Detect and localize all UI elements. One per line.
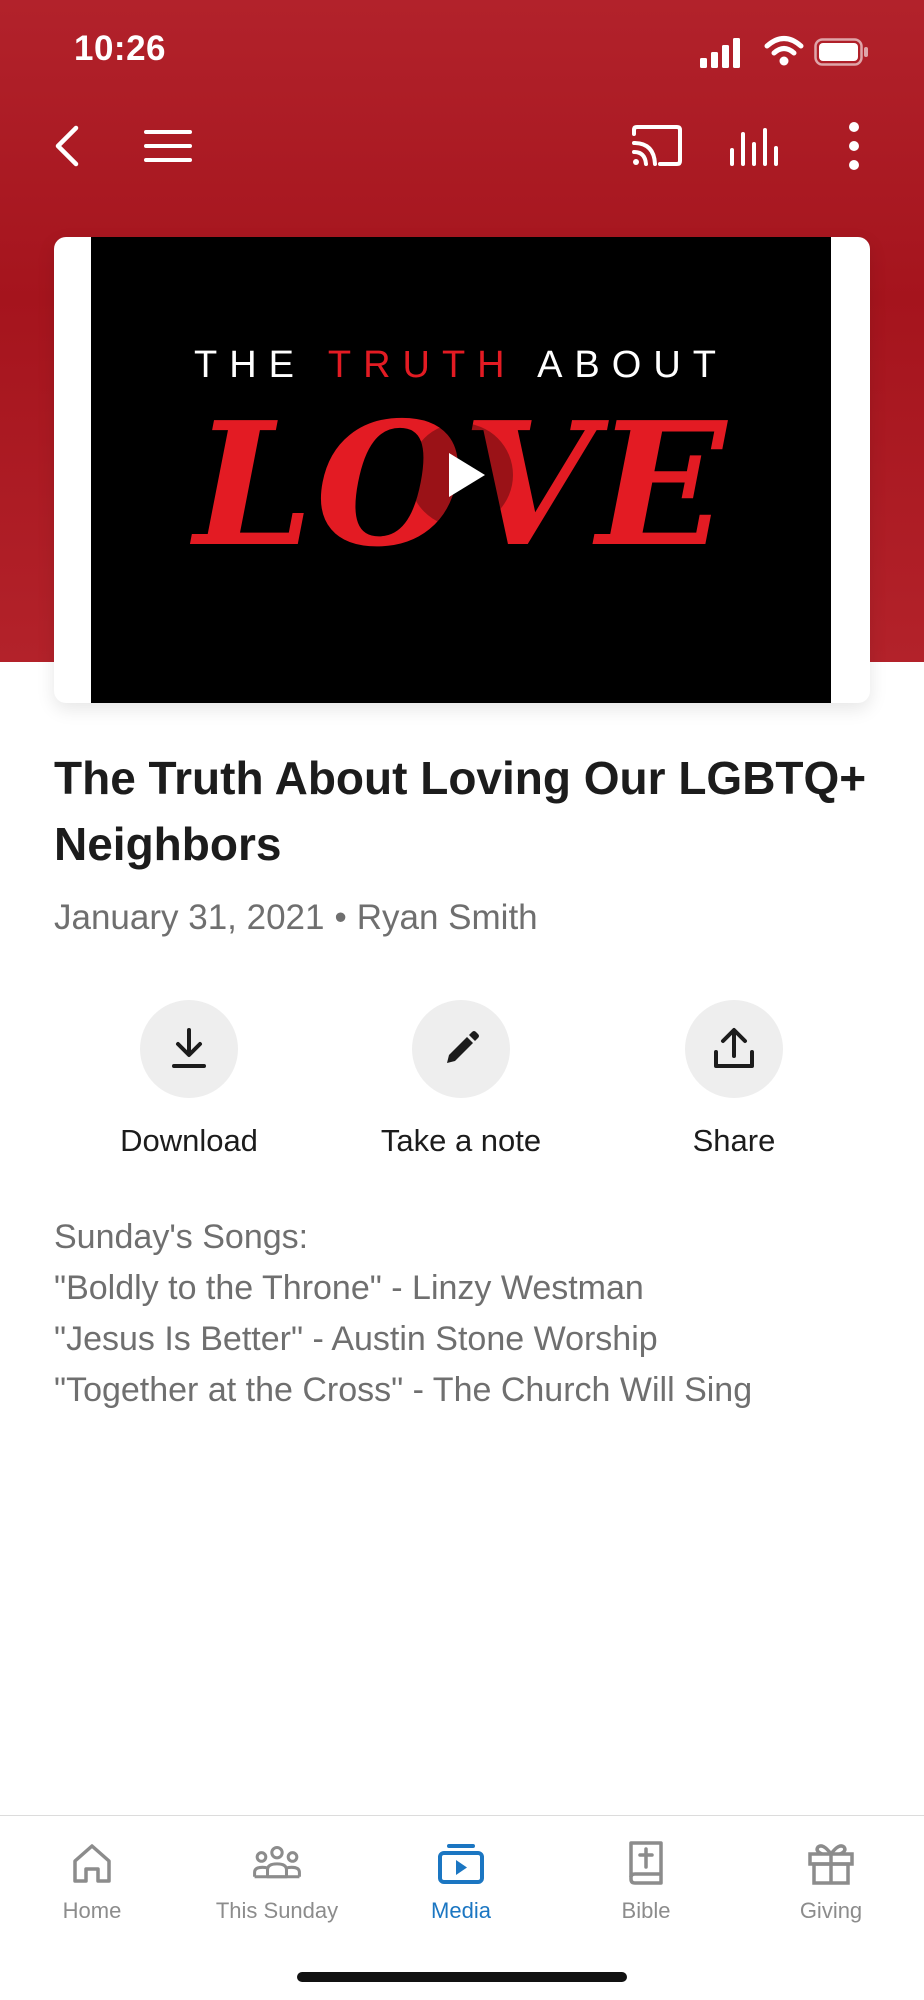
battery-icon <box>814 38 868 66</box>
home-indicator[interactable] <box>297 1972 627 1982</box>
status-icons <box>700 36 890 68</box>
tab-giving-label: Giving <box>799 1898 863 1923</box>
media-icon <box>436 1838 486 1888</box>
cellular-signal-icon <box>700 38 740 68</box>
share-label: Share <box>692 1123 776 1158</box>
share-icon[interactable] <box>685 1000 783 1098</box>
cast-icon[interactable] <box>625 114 689 178</box>
tab-media-label: Media <box>431 1898 491 1923</box>
gift-glyph <box>808 1844 854 1885</box>
take-note-button[interactable]: Take a note <box>341 1000 581 1170</box>
video-kicker-before: THE <box>193 344 328 386</box>
description-line: Sunday's Songs: <box>54 1218 309 1256</box>
video-kicker-after: ABOUT <box>516 344 728 386</box>
take-note-label: Take a note <box>380 1123 542 1158</box>
audio-bars-glyph <box>730 128 778 166</box>
share-glyph <box>714 1028 754 1068</box>
description-line: "Jesus Is Better" - Austin Stone Worship <box>54 1320 658 1358</box>
bible-icon <box>621 1838 671 1888</box>
more-vertical-icon[interactable] <box>822 114 886 178</box>
home-icon <box>67 1838 117 1888</box>
download-label: Download <box>120 1123 258 1158</box>
meta-separator: • <box>334 898 347 937</box>
status-bar: 10:26 <box>0 0 924 100</box>
tab-this-sunday-label: This Sunday <box>215 1898 339 1923</box>
gift-icon <box>806 1838 856 1888</box>
sermon-date: January 31, 2021 <box>54 898 325 937</box>
sermon-speaker: Ryan Smith <box>356 898 538 937</box>
back-arrow-glyph <box>55 125 79 167</box>
bible-glyph <box>629 1841 663 1885</box>
tab-bible-label: Bible <box>621 1898 671 1923</box>
wifi-icon <box>764 36 804 66</box>
sermon-title: The Truth About Loving Our LGBTQ+ Neighb… <box>54 752 867 870</box>
media-glyph <box>438 1844 484 1884</box>
home-glyph <box>73 1844 111 1883</box>
sermon-description: Sunday's Songs: "Boldly to the Throne" -… <box>54 1212 894 1416</box>
video-player-card[interactable]: THE TRUTH ABOUT LOVE <box>54 237 870 703</box>
video-thumbnail[interactable]: THE TRUTH ABOUT LOVE <box>91 237 831 703</box>
people-glyph <box>253 1845 301 1879</box>
play-icon[interactable] <box>409 423 513 527</box>
play-glyph <box>409 423 513 527</box>
sermon-detail-screen: 10:26 THE TRUTH ABOUT The Truth About Lo… <box>0 0 924 2000</box>
hamburger-glyph <box>144 130 192 162</box>
video-kicker-text: THE TRUTH ABOUT <box>91 344 831 387</box>
download-button[interactable]: Download <box>69 1000 309 1170</box>
download-icon[interactable] <box>140 1000 238 1098</box>
pencil-glyph <box>447 1031 479 1063</box>
tab-bible[interactable]: Bible <box>554 1816 738 1946</box>
audio-bars-icon[interactable] <box>723 114 787 178</box>
tab-media[interactable]: Media <box>369 1816 553 1946</box>
tab-giving[interactable]: Giving <box>739 1816 923 1946</box>
top-toolbar <box>0 100 924 196</box>
download-glyph <box>172 1028 206 1068</box>
more-dots-glyph <box>849 122 859 170</box>
description-line: "Together at the Cross" - The Church Wil… <box>54 1371 753 1409</box>
cast-glyph <box>632 125 682 166</box>
tab-this-sunday[interactable]: This Sunday <box>185 1816 369 1946</box>
people-icon <box>252 1838 302 1888</box>
share-button[interactable]: Share <box>614 1000 854 1170</box>
status-time: 10:26 <box>74 29 167 68</box>
sermon-meta: January 31, 2021 • Ryan Smith <box>54 898 538 938</box>
video-kicker-accent: TRUTH <box>327 344 517 386</box>
description-line: "Boldly to the Throne" - Linzy Westman <box>54 1269 644 1307</box>
chevron-left-icon[interactable] <box>36 114 100 178</box>
pencil-icon[interactable] <box>412 1000 510 1098</box>
hamburger-menu-icon[interactable] <box>136 114 200 178</box>
action-row: Download Take a note Share <box>0 1000 924 1170</box>
tab-home[interactable]: Home <box>0 1816 184 1946</box>
tab-home-label: Home <box>62 1898 122 1923</box>
